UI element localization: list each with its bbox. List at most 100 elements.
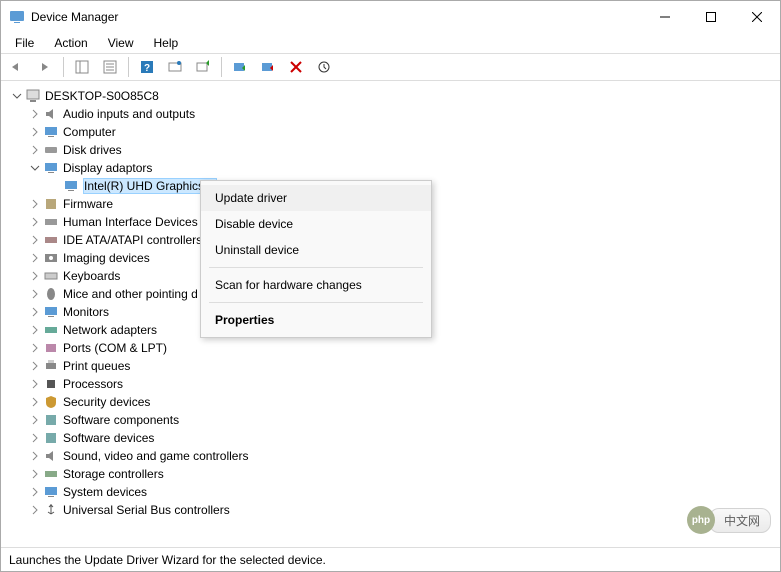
tree-category[interactable]: Processors: [5, 375, 776, 393]
tree-label: Firmware: [63, 197, 113, 211]
properties-button[interactable]: [98, 55, 122, 79]
tree-label: Ports (COM & LPT): [63, 341, 167, 355]
ctx-update-driver[interactable]: Update driver: [201, 185, 431, 211]
context-menu: Update driver Disable device Uninstall d…: [200, 180, 432, 338]
tree-label: System devices: [63, 485, 147, 499]
chevron-right-icon[interactable]: [27, 322, 43, 338]
statusbar: Launches the Update Driver Wizard for th…: [1, 547, 780, 571]
watermark-badge: php: [687, 506, 715, 534]
chevron-right-icon[interactable]: [27, 430, 43, 446]
tree-label: Software devices: [63, 431, 154, 445]
chevron-right-icon[interactable]: [27, 376, 43, 392]
imaging-icon: [43, 250, 59, 266]
tree-category[interactable]: Security devices: [5, 393, 776, 411]
display-icon: [63, 178, 79, 194]
tree-label: Monitors: [63, 305, 109, 319]
tree-root-label: DESKTOP-S0O85C8: [45, 89, 159, 103]
add-legacy-hardware-button[interactable]: [312, 55, 336, 79]
chevron-right-icon[interactable]: [27, 286, 43, 302]
scan-hardware-button[interactable]: [163, 55, 187, 79]
separator: [221, 57, 222, 77]
tree-category[interactable]: Ports (COM & LPT): [5, 339, 776, 357]
close-button[interactable]: [734, 1, 780, 33]
chevron-right-icon[interactable]: [27, 484, 43, 500]
chevron-right-icon[interactable]: [27, 502, 43, 518]
tree-label: Print queues: [63, 359, 130, 373]
mouse-icon: [43, 286, 59, 302]
menu-file[interactable]: File: [7, 34, 42, 52]
tree-category[interactable]: Audio inputs and outputs: [5, 105, 776, 123]
security-icon: [43, 394, 59, 410]
tree-category[interactable]: Disk drives: [5, 141, 776, 159]
hid-icon: [43, 214, 59, 230]
help-button[interactable]: ?: [135, 55, 159, 79]
chevron-right-icon[interactable]: [27, 358, 43, 374]
statusbar-text: Launches the Update Driver Wizard for th…: [9, 553, 326, 567]
disable-device-button[interactable]: [256, 55, 280, 79]
tree-label: Universal Serial Bus controllers: [63, 503, 230, 517]
show-hide-console-button[interactable]: [70, 55, 94, 79]
tree-category[interactable]: System devices: [5, 483, 776, 501]
tree-category[interactable]: Universal Serial Bus controllers: [5, 501, 776, 519]
chevron-right-icon[interactable]: [27, 196, 43, 212]
tree-label: Mice and other pointing d: [63, 287, 198, 301]
chevron-right-icon[interactable]: [27, 106, 43, 122]
tree-label: Security devices: [63, 395, 150, 409]
update-driver-button[interactable]: [191, 55, 215, 79]
maximize-button[interactable]: [688, 1, 734, 33]
ctx-uninstall-device[interactable]: Uninstall device: [201, 237, 431, 263]
tree-label: Imaging devices: [63, 251, 150, 265]
ports-icon: [43, 340, 59, 356]
tree-root[interactable]: DESKTOP-S0O85C8: [5, 87, 776, 105]
chevron-right-icon[interactable]: [27, 268, 43, 284]
window-title: Device Manager: [31, 10, 642, 24]
tree-category[interactable]: Software devices: [5, 429, 776, 447]
usb-icon: [43, 502, 59, 518]
tree-category-expanded[interactable]: Display adaptors: [5, 159, 776, 177]
ctx-properties[interactable]: Properties: [201, 307, 431, 333]
menu-action[interactable]: Action: [46, 34, 95, 52]
audio-icon: [43, 106, 59, 122]
tree-label: Processors: [63, 377, 123, 391]
chevron-down-icon[interactable]: [9, 88, 25, 104]
titlebar: Device Manager: [1, 1, 780, 33]
watermark: php 中文网: [687, 506, 771, 534]
chevron-right-icon[interactable]: [27, 250, 43, 266]
software-icon: [43, 430, 59, 446]
computer-icon: [43, 124, 59, 140]
menu-help[interactable]: Help: [146, 34, 187, 52]
ide-icon: [43, 232, 59, 248]
tree-label: Software components: [63, 413, 179, 427]
tree-device-label: Intel(R) UHD Graphics 6: [83, 178, 217, 194]
tree-category[interactable]: Sound, video and game controllers: [5, 447, 776, 465]
tree-label: Display adaptors: [63, 161, 152, 175]
chevron-right-icon[interactable]: [27, 394, 43, 410]
chevron-right-icon[interactable]: [27, 304, 43, 320]
tree-category[interactable]: Computer: [5, 123, 776, 141]
ctx-scan-hardware[interactable]: Scan for hardware changes: [201, 272, 431, 298]
chevron-right-icon[interactable]: [27, 340, 43, 356]
disk-icon: [43, 142, 59, 158]
separator: [209, 267, 423, 268]
chevron-right-icon[interactable]: [27, 124, 43, 140]
tree-category[interactable]: Print queues: [5, 357, 776, 375]
chevron-right-icon[interactable]: [27, 466, 43, 482]
tree-category[interactable]: Storage controllers: [5, 465, 776, 483]
chevron-right-icon[interactable]: [27, 232, 43, 248]
svg-text:?: ?: [144, 63, 150, 74]
minimize-button[interactable]: [642, 1, 688, 33]
chevron-right-icon[interactable]: [27, 412, 43, 428]
chevron-right-icon[interactable]: [27, 448, 43, 464]
system-icon: [43, 484, 59, 500]
chevron-right-icon[interactable]: [27, 142, 43, 158]
menu-view[interactable]: View: [100, 34, 142, 52]
back-button[interactable]: [5, 55, 29, 79]
enable-device-button[interactable]: [228, 55, 252, 79]
chevron-right-icon[interactable]: [27, 214, 43, 230]
storage-icon: [43, 466, 59, 482]
chevron-down-icon[interactable]: [27, 160, 43, 176]
ctx-disable-device[interactable]: Disable device: [201, 211, 431, 237]
tree-category[interactable]: Software components: [5, 411, 776, 429]
forward-button[interactable]: [33, 55, 57, 79]
uninstall-device-button[interactable]: [284, 55, 308, 79]
